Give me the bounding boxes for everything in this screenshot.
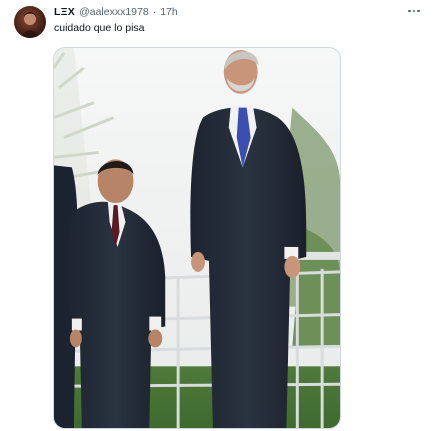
tweet-text: cuidado que lo pisa: [54, 22, 145, 34]
photo-image: [54, 48, 340, 428]
author-handle[interactable]: @aalexxx1978: [79, 6, 149, 19]
tweet-post[interactable]: LΞX @aalexxx1978 · 17h cuidado que lo pi…: [0, 0, 438, 431]
post-timestamp[interactable]: 17h: [160, 6, 178, 19]
more-horizontal-icon: [408, 9, 411, 13]
tweet-header: LΞX @aalexxx1978 · 17h: [54, 6, 178, 19]
header-separator: ·: [152, 6, 157, 18]
more-horizontal-icon-dot: [417, 9, 420, 13]
more-options-button[interactable]: [404, 4, 424, 18]
author-avatar[interactable]: [14, 6, 46, 38]
avatar-photo: [22, 12, 38, 38]
more-horizontal-icon-dot: [412, 9, 416, 13]
author-display-name[interactable]: LΞX: [54, 6, 75, 19]
tweet-media-photo[interactable]: [53, 47, 341, 429]
